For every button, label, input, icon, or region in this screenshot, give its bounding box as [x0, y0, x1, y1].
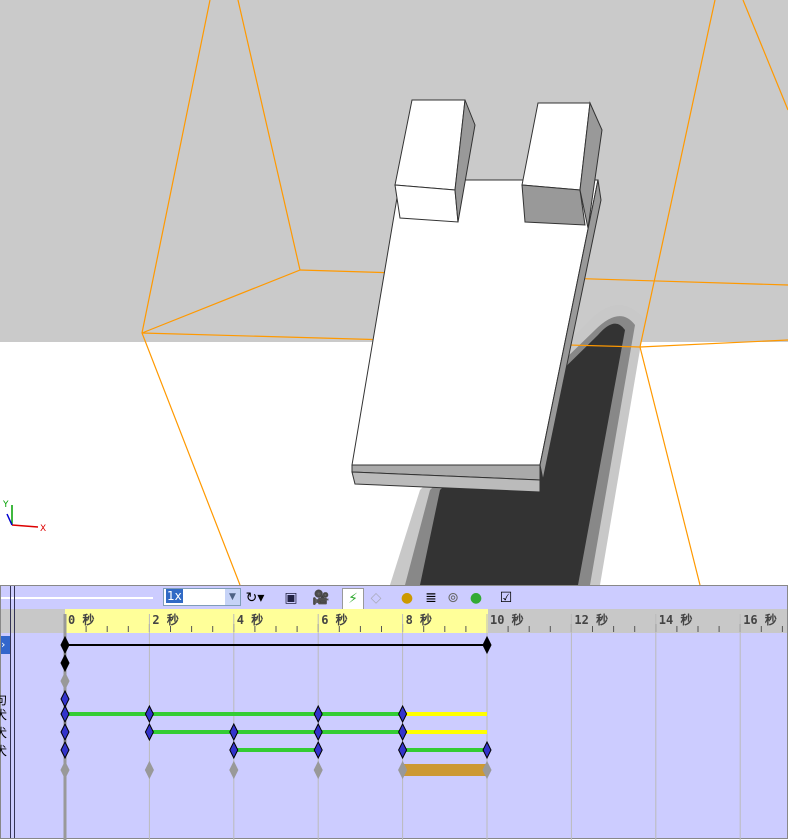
- key-point[interactable]: [60, 740, 70, 760]
- key-point[interactable]: [60, 689, 70, 709]
- key-point[interactable]: [144, 760, 154, 780]
- svg-text:Y: Y: [2, 500, 9, 510]
- key-point[interactable]: [398, 740, 408, 760]
- key-point[interactable]: [60, 653, 70, 673]
- timeline-bar[interactable]: [65, 712, 403, 716]
- key-point[interactable]: [60, 671, 70, 691]
- key-point[interactable]: [60, 635, 70, 655]
- timeline-bar[interactable]: [402, 748, 487, 752]
- key-point[interactable]: [229, 740, 239, 760]
- timeline-bar[interactable]: [402, 764, 487, 776]
- key-point[interactable]: [313, 722, 323, 742]
- timeline-bar[interactable]: [402, 730, 487, 734]
- key-point[interactable]: [229, 722, 239, 742]
- key-point[interactable]: [482, 635, 492, 655]
- key-point[interactable]: [60, 704, 70, 724]
- motion-study-panel: 1x ▼ ↻▾ ▣ 🎥 ⚡ ◇ ● ≣ ⊚ ● ☑ 0 秒2 秒4 秒6 秒8 秒…: [0, 585, 788, 840]
- key-point[interactable]: [398, 704, 408, 724]
- key-point[interactable]: [229, 760, 239, 780]
- key-point[interactable]: [60, 760, 70, 780]
- triad-icon: X Y: [2, 500, 46, 534]
- key-point[interactable]: [144, 722, 154, 742]
- key-point[interactable]: [313, 704, 323, 724]
- timeline-bar[interactable]: [402, 712, 487, 716]
- key-point[interactable]: [313, 740, 323, 760]
- key-point[interactable]: [482, 740, 492, 760]
- key-point[interactable]: [313, 760, 323, 780]
- timeline-bar[interactable]: [233, 748, 319, 752]
- key-point[interactable]: [398, 722, 408, 742]
- timeline-grid[interactable]: [1, 586, 788, 840]
- svg-text:X: X: [40, 524, 46, 534]
- key-point[interactable]: [144, 704, 154, 724]
- graphics-viewport[interactable]: X Y: [0, 0, 788, 585]
- timeline-bar[interactable]: [149, 730, 403, 734]
- key-point[interactable]: [60, 722, 70, 742]
